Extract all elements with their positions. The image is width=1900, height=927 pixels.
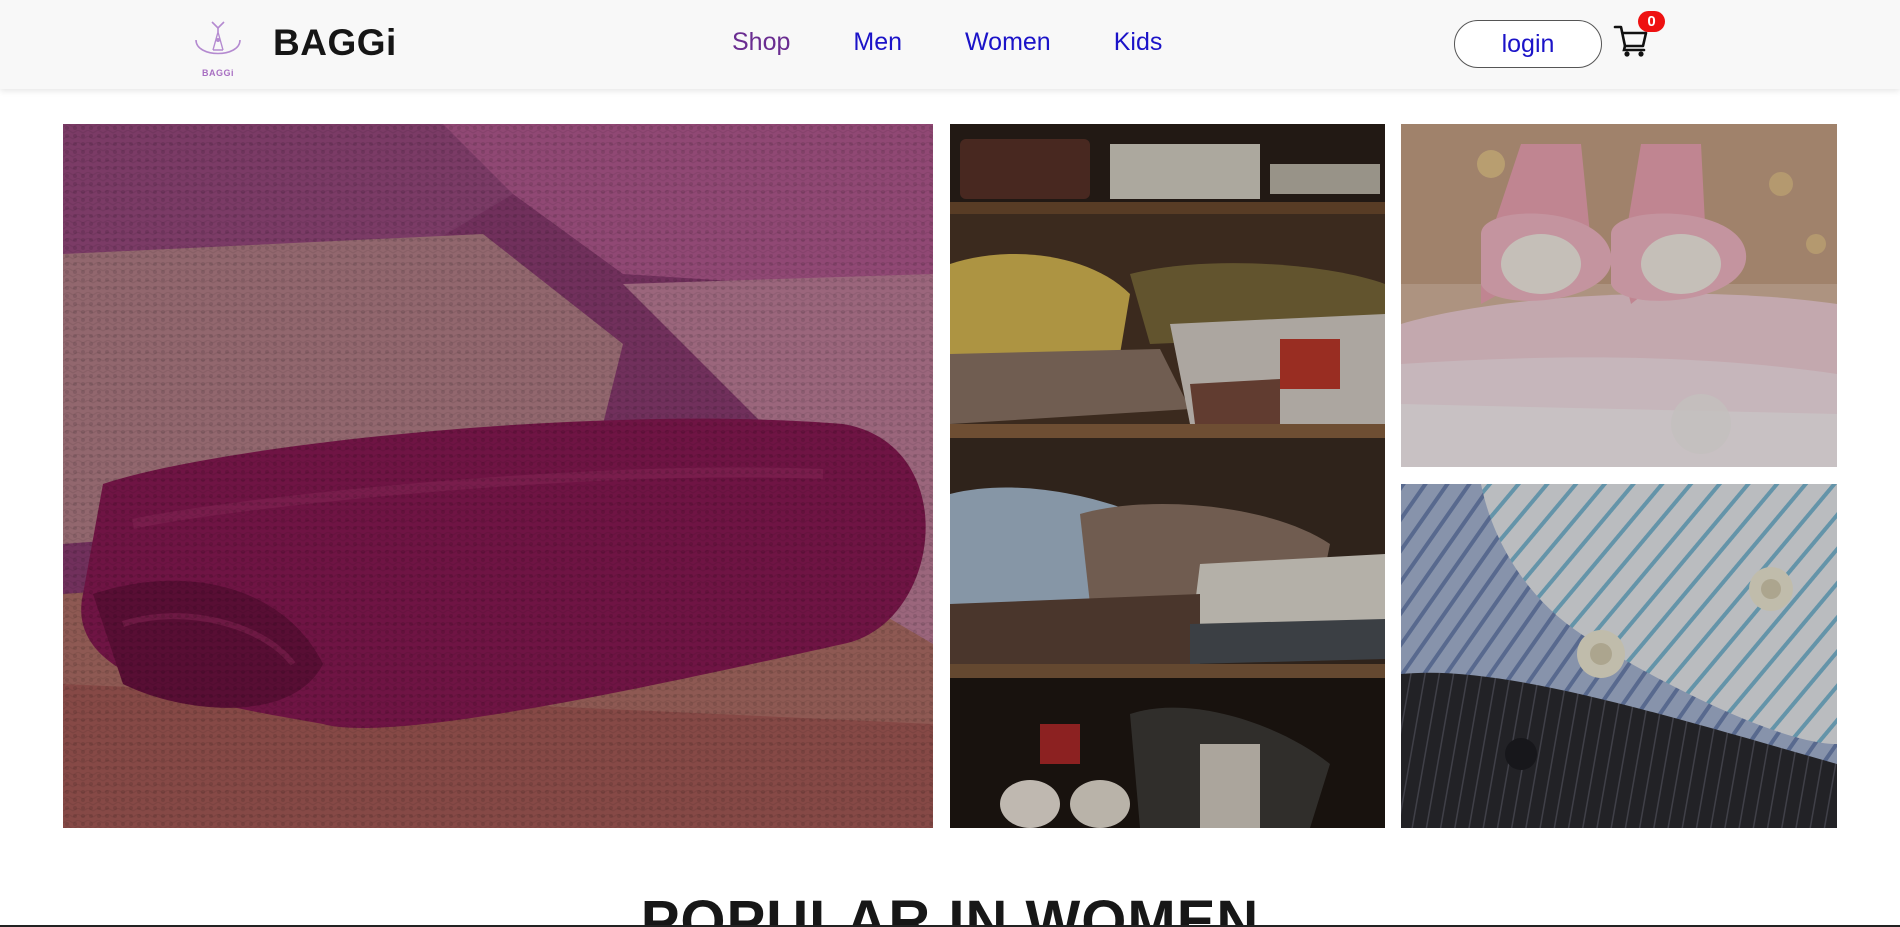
login-button[interactable]: login	[1454, 20, 1602, 68]
image-overlay	[950, 124, 1385, 828]
cart-count-badge: 0	[1638, 11, 1665, 32]
logo-small-text: BAGGi	[201, 68, 234, 78]
hanger-logo-graphic	[195, 21, 241, 55]
hero-tile-striped-shirts[interactable]	[1401, 484, 1837, 828]
hero-tile-wardrobe[interactable]	[950, 124, 1385, 828]
image-overlay	[1401, 484, 1837, 828]
hero-tile-knit-blankets[interactable]	[63, 124, 933, 828]
nav-shop[interactable]: Shop	[732, 28, 790, 57]
brand-name[interactable]: BAGGi	[273, 22, 397, 64]
nav-men[interactable]: Men	[853, 28, 902, 57]
nav-women[interactable]: Women	[965, 28, 1051, 57]
brand[interactable]: BAGGi BAGGi	[189, 16, 396, 78]
site-header: BAGGi BAGGi Shop Men Women Kids login 0	[0, 0, 1900, 89]
hero-tile-baby-booties[interactable]	[1401, 124, 1837, 467]
image-overlay	[1401, 124, 1837, 467]
section-title: POPULAR IN WOMEN	[640, 889, 1260, 927]
hanger-logo-icon[interactable]: BAGGi	[189, 16, 247, 78]
image-overlay	[63, 124, 933, 828]
main-nav: Shop Men Women Kids	[732, 28, 1225, 57]
page: BAGGi BAGGi Shop Men Women Kids login 0	[0, 0, 1900, 927]
nav-kids[interactable]: Kids	[1114, 28, 1163, 57]
